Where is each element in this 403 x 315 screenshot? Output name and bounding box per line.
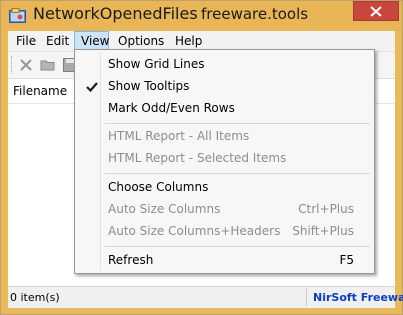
menu-item-label: Refresh bbox=[108, 253, 154, 267]
status-separator bbox=[306, 289, 307, 306]
menu-file[interactable]: File bbox=[10, 31, 42, 51]
menu-help[interactable]: Help bbox=[169, 31, 208, 51]
menu-item-auto-size-columns-headers[interactable]: Auto Size Columns+Headers Shift+Plus bbox=[77, 220, 372, 242]
column-header-filename[interactable]: Filename bbox=[13, 84, 67, 98]
save-icon[interactable] bbox=[62, 57, 74, 73]
menu-item-show-tooltips[interactable]: Show Tooltips bbox=[77, 75, 372, 97]
menu-separator bbox=[105, 173, 370, 174]
menu-item-label: HTML Report - All Items bbox=[108, 129, 250, 143]
status-item-count: 0 item(s) bbox=[10, 291, 60, 304]
menu-item-show-grid-lines[interactable]: Show Grid Lines bbox=[77, 53, 372, 75]
menu-item-html-report-selected[interactable]: HTML Report - Selected Items bbox=[77, 147, 372, 169]
menu-item-auto-size-columns[interactable]: Auto Size Columns Ctrl+Plus bbox=[77, 198, 372, 220]
menu-separator bbox=[105, 123, 370, 124]
checkmark-icon bbox=[82, 79, 102, 95]
menu-separator bbox=[105, 246, 370, 247]
window-title: NetworkOpenedFiles bbox=[33, 4, 198, 23]
menu-item-shortcut: F5 bbox=[339, 253, 354, 267]
menu-item-refresh[interactable]: Refresh F5 bbox=[77, 249, 372, 271]
open-folder-icon[interactable] bbox=[40, 57, 56, 73]
menu-item-label: Auto Size Columns bbox=[108, 202, 221, 216]
close-icon bbox=[370, 6, 382, 17]
delete-icon[interactable] bbox=[18, 57, 34, 73]
menu-item-shortcut: Ctrl+Plus bbox=[298, 202, 354, 216]
menu-options[interactable]: Options bbox=[112, 31, 170, 51]
nirsoft-link[interactable]: NirSoft Freeware bbox=[313, 291, 403, 304]
toolbar-grip bbox=[11, 56, 14, 74]
menu-item-html-report-all[interactable]: HTML Report - All Items bbox=[77, 125, 372, 147]
menu-item-shortcut: Shift+Plus bbox=[292, 224, 354, 238]
status-bar: 0 item(s) NirSoft Freeware bbox=[8, 286, 403, 308]
view-menu-dropdown: Show Grid Lines Show Tooltips Mark Odd/E… bbox=[74, 49, 375, 274]
close-button[interactable] bbox=[353, 1, 399, 21]
menu-item-mark-odd-even-rows[interactable]: Mark Odd/Even Rows bbox=[77, 97, 372, 119]
menu-view[interactable]: View bbox=[74, 31, 109, 51]
menu-item-label: HTML Report - Selected Items bbox=[108, 151, 287, 165]
menu-item-label: Mark Odd/Even Rows bbox=[108, 101, 235, 115]
menu-item-label: Choose Columns bbox=[108, 180, 209, 194]
menu-item-choose-columns[interactable]: Choose Columns bbox=[77, 176, 372, 198]
window-title-extra: freeware.tools bbox=[201, 5, 309, 23]
menu-edit[interactable]: Edit bbox=[40, 31, 75, 51]
app-icon bbox=[9, 8, 26, 23]
menu-item-label: Show Tooltips bbox=[108, 79, 190, 93]
menu-item-label: Show Grid Lines bbox=[108, 57, 205, 71]
title-bar[interactable]: NetworkOpenedFiles freeware.tools bbox=[1, 1, 402, 31]
menu-item-label: Auto Size Columns+Headers bbox=[108, 224, 281, 238]
